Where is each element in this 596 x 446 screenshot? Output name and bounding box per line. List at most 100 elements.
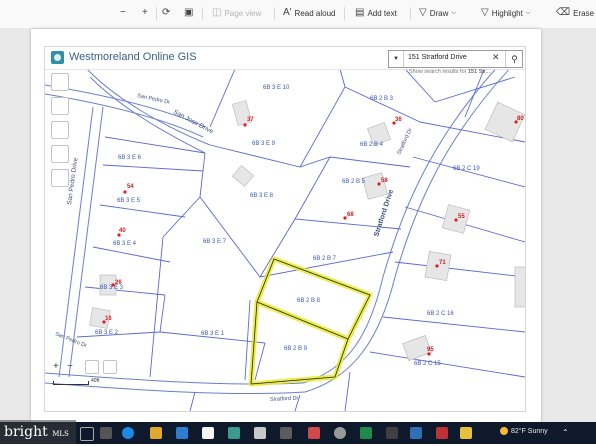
map-tool-button[interactable] [103, 360, 117, 374]
edge-browser-icon[interactable] [122, 427, 134, 439]
parcel-label: 6B 3 E 1 [201, 331, 225, 337]
add-text-label: Add text [367, 8, 397, 18]
parcel-map[interactable]: San Pedro Dr San Jose Drive San Pedro Dr… [45, 47, 525, 411]
page-view-label: Page view [224, 8, 262, 18]
app-icon[interactable] [460, 427, 472, 439]
address-number: 36 [395, 117, 402, 123]
zoom-out-button[interactable]: − [120, 8, 126, 18]
address-number: 16 [105, 316, 112, 322]
highlight-button[interactable]: ▽ Highlight ⌵ [481, 8, 530, 18]
scale-bar [53, 381, 89, 385]
parcel-label: 6B 2 B 8 [297, 298, 321, 304]
parcel-label: 6B 2 B 7 [313, 256, 337, 262]
app-icon[interactable] [254, 427, 266, 439]
toolbar-divider [156, 7, 157, 20]
map-tool-button[interactable] [51, 73, 69, 91]
map-tool-button[interactable] [51, 121, 69, 139]
search-icon: ⚲ [511, 54, 518, 64]
fit-page-icon: ▣ [184, 7, 194, 18]
street-label-stratford-small: Stratford Dr [396, 127, 414, 155]
app-icon[interactable] [410, 427, 422, 439]
street-label-san-pedro-top: San Pedro Dr [137, 93, 171, 106]
parcel-labels: 6B 3 E 10 6B 3 E 9 6B 3 E 6 6B 3 E 5 6B … [95, 85, 480, 367]
address-number: 71 [439, 260, 446, 266]
minus-icon: − [120, 7, 126, 18]
toolbar-divider [274, 7, 275, 20]
gis-title: Westmoreland Online GIS [69, 51, 197, 63]
gis-map[interactable]: San Pedro Dr San Jose Drive San Pedro Dr… [44, 46, 526, 412]
page-view-button[interactable]: ◫ Page view [212, 8, 261, 18]
app-icon[interactable] [308, 427, 320, 439]
address-search-box[interactable]: ▼ 151 Stratford Drive ✕ ⚲ [388, 50, 523, 68]
zoom-in-button[interactable]: + [53, 360, 59, 374]
map-tool-button[interactable] [51, 145, 69, 163]
address-number: 40 [119, 228, 126, 234]
zoom-out-button[interactable]: − [67, 360, 73, 374]
erase-button[interactable]: ⌫ Erase [556, 8, 594, 18]
parcel-label: 6B 3 E 7 [203, 239, 227, 245]
watermark-suffix: MLS [52, 430, 69, 438]
store-icon[interactable] [176, 427, 188, 439]
close-icon: ✕ [492, 52, 500, 62]
draw-icon: ▽ [419, 7, 427, 18]
street-label-stratford-bottom: Stratford Dr [270, 396, 299, 403]
zoom-in-button[interactable]: + [142, 8, 148, 18]
search-input[interactable]: 151 Stratford Drive [408, 54, 467, 61]
toolbar-divider [202, 7, 203, 20]
rotate-icon: ⟳ [162, 7, 171, 18]
read-aloud-button[interactable]: A′ Read aloud [283, 8, 335, 18]
toolbar-divider [410, 7, 411, 20]
address-number: 55 [458, 214, 465, 220]
parcel-label: 6B 2 B 4 [360, 142, 384, 148]
chevron-down-icon: ⌵ [525, 10, 531, 16]
app-icon[interactable] [228, 427, 240, 439]
toolbar-divider [344, 7, 345, 20]
clear-search-button[interactable]: ✕ [492, 52, 500, 63]
parcel-label: 6B 2 B 5 [342, 179, 366, 185]
rotate-button[interactable]: ⟳ [162, 8, 170, 18]
search-dropdown-toggle[interactable]: ▼ [389, 51, 404, 67]
sun-icon [500, 427, 508, 435]
amazon-icon[interactable] [202, 427, 214, 439]
app-icon[interactable] [280, 427, 292, 439]
parcel-label: 6B 2 C 19 [453, 166, 480, 172]
map-tool-button[interactable] [51, 169, 69, 187]
map-tool-button[interactable] [85, 360, 99, 374]
address-number: 68 [347, 212, 354, 218]
highlight-label: Highlight [491, 8, 523, 18]
excel-icon[interactable] [360, 427, 372, 439]
highlighted-parcel-outline [248, 256, 373, 387]
add-text-button[interactable]: ▤ Add text [355, 8, 397, 18]
file-explorer-icon[interactable] [150, 427, 162, 439]
draw-button[interactable]: ▽ Draw ⌵ [419, 8, 456, 18]
address-number: 95 [427, 347, 434, 353]
parcel-label: 6B 3 E 5 [117, 198, 141, 204]
weather-widget[interactable]: 82°F Sunny [500, 427, 548, 435]
parcel-label: 6B 2 B 3 [370, 96, 394, 102]
parcel-label: 6B 3 E 8 [250, 193, 274, 199]
address-number: 54 [127, 184, 134, 190]
address-number: 37 [247, 117, 254, 123]
search-taskbar-icon[interactable] [80, 427, 94, 441]
address-number: 58 [381, 178, 388, 184]
system-tray-chevron-icon[interactable]: ⌃ [562, 428, 569, 437]
app-icon[interactable] [436, 427, 448, 439]
scale-label: 40ft [91, 378, 100, 384]
search-hint-value: 151 Str... [468, 69, 491, 75]
task-view-icon[interactable] [100, 427, 112, 439]
read-aloud-icon: A′ [283, 7, 292, 18]
parcel-label: 6B 2 C 15 [414, 361, 441, 367]
parcel-label: 6B 3 E 6 [118, 155, 142, 161]
search-button[interactable]: ⚲ [505, 51, 523, 67]
street-label-san-pedro-low: San Pedro Dr [54, 331, 87, 349]
search-hint-prefix: Show search results for [409, 69, 467, 75]
app-icon[interactable] [386, 427, 398, 439]
watermark-text: bright [4, 424, 48, 440]
map-tool-button[interactable] [51, 97, 69, 115]
erase-label: Erase [573, 8, 595, 18]
settings-gear-icon[interactable] [334, 427, 346, 439]
parcel-label: 6B 3 E 9 [252, 141, 276, 147]
fit-page-button[interactable]: ▣ [184, 8, 193, 18]
search-hint[interactable]: Show search results for 151 Str... [409, 69, 490, 75]
address-points [102, 120, 518, 356]
